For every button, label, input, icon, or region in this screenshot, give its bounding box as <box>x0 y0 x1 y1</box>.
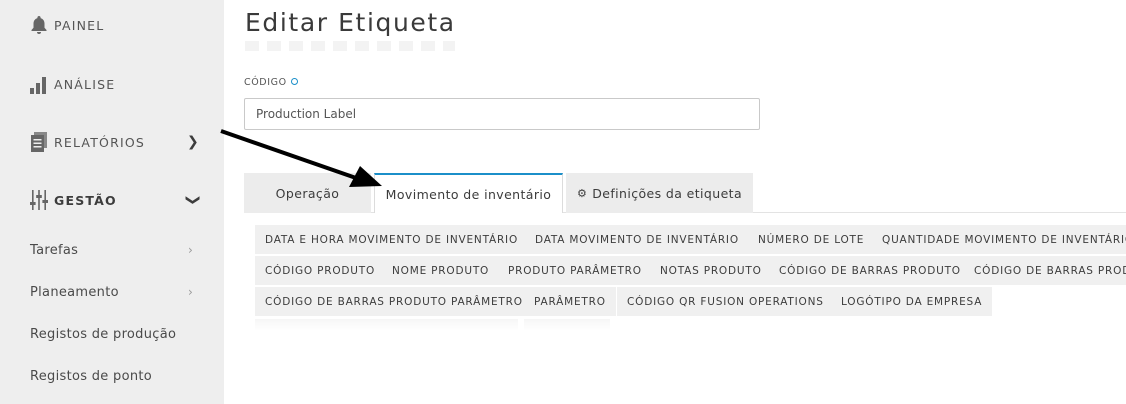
token-button[interactable]: CÓDIGO QR FUSION OPERATIONS <box>617 287 834 316</box>
sliders-icon <box>30 190 48 210</box>
document-icon <box>30 132 48 152</box>
token-button[interactable]: NOME PRODUTO <box>382 256 500 285</box>
title-reflection <box>245 41 455 51</box>
sidebar-item-label: ANÁLISE <box>54 76 116 92</box>
chevron-right-icon: › <box>188 243 193 257</box>
code-input[interactable] <box>244 98 760 130</box>
sidebar-subitem-registos-ponto[interactable]: Registos de ponto <box>0 356 224 396</box>
token-button[interactable]: PARÂMETRO <box>524 287 616 316</box>
sidebar-subitem-label: Tarefas <box>30 242 79 258</box>
token-button[interactable]: NOTAS PRODUTO <box>650 256 772 285</box>
sidebar-item-label: RELATÓRIOS <box>54 134 146 150</box>
token-button[interactable]: NÚMERO DE LOTE <box>748 225 875 254</box>
token-reflection <box>255 319 518 331</box>
sidebar-subitem-registos-producao[interactable]: Registos de produção <box>0 314 224 354</box>
page-title: Editar Etiqueta <box>245 8 456 37</box>
token-reflection <box>524 319 610 331</box>
token-button[interactable]: CÓDIGO PRODUTO <box>255 256 386 285</box>
sidebar-subitem-planeamento[interactable]: Planeamento › <box>0 272 224 312</box>
token-button[interactable]: CÓDIGO DE BARRAS PRODUTO <box>964 256 1126 285</box>
chevron-right-icon: › <box>188 285 193 299</box>
sidebar-item-relatorios[interactable]: RELATÓRIOS ❯ <box>0 114 224 170</box>
chevron-down-icon: ❯ <box>184 194 201 206</box>
sidebar-item-analise[interactable]: ANÁLISE <box>0 56 224 112</box>
sidebar-subitem-label: Planeamento <box>30 284 119 300</box>
sidebar-item-label: PAINEL <box>54 17 105 33</box>
tab-label: Movimento de inventário <box>385 186 552 202</box>
chevron-right-icon: ❯ <box>187 134 199 150</box>
token-button[interactable]: DATA MOVIMENTO DE INVENTÁRIO <box>525 225 749 254</box>
tab-operacao[interactable]: Operação <box>244 173 371 213</box>
token-button[interactable]: CÓDIGO DE BARRAS PRODUTO PARÂMETRO <box>255 287 533 316</box>
tab-definicoes-etiqueta[interactable]: ⚙ Definições da etiqueta <box>566 173 753 213</box>
sidebar-item-label: GESTÃO <box>54 192 117 208</box>
tab-label: Definições da etiqueta <box>592 185 743 201</box>
token-button[interactable]: QUANTIDADE MOVIMENTO DE INVENTÁRIO <box>872 225 1126 254</box>
sidebar-item-gestao[interactable]: GESTÃO ❯ <box>0 172 224 228</box>
sidebar: PAINEL ANÁLISE RELATÓRIOS ❯ GESTÃO ❯ Tar… <box>0 0 224 404</box>
code-label-text: CÓDIGO <box>244 77 287 88</box>
sidebar-item-painel[interactable]: PAINEL <box>0 0 224 53</box>
required-indicator-icon <box>290 78 298 85</box>
sidebar-subitem-tarefas[interactable]: Tarefas › <box>0 230 224 270</box>
token-button[interactable]: CÓDIGO DE BARRAS PRODUTO <box>769 256 971 285</box>
token-button[interactable]: LOGÓTIPO DA EMPRESA <box>831 287 993 316</box>
tab-movimento-inventario[interactable]: Movimento de inventário <box>374 173 563 213</box>
gear-icon: ⚙ <box>576 186 588 200</box>
code-field-label: CÓDIGO <box>244 77 298 88</box>
sidebar-subitem-label: Registos de produção <box>30 326 177 342</box>
bar-chart-icon <box>30 74 48 94</box>
tab-label: Operação <box>275 185 340 201</box>
bell-icon <box>30 15 48 35</box>
token-button[interactable]: PRODUTO PARÂMETRO <box>498 256 652 285</box>
sidebar-subitem-label: Registos de ponto <box>30 368 153 384</box>
token-button[interactable]: DATA E HORA MOVIMENTO DE INVENTÁRIO <box>255 225 529 254</box>
